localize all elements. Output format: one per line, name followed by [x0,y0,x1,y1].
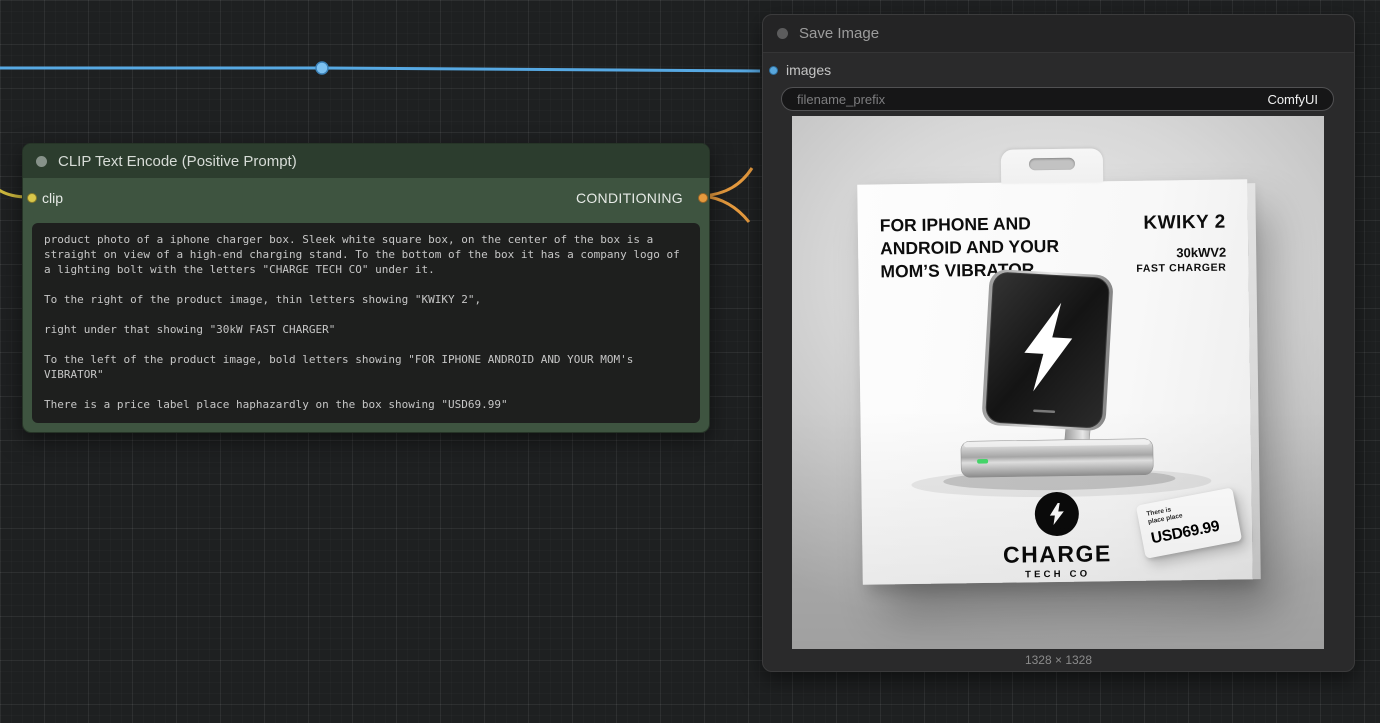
charging-pad [981,269,1114,432]
clip-node-title: CLIP Text Encode (Positive Prompt) [58,153,297,170]
filename-prefix-value: ComfyUI [1267,92,1318,107]
brand-logo-circle [1035,492,1080,537]
clip-input-dot[interactable] [27,193,37,203]
prompt-textarea[interactable]: product photo of a iphone charger box. S… [32,223,700,423]
brand-logo-block: CHARGE TECH CO [947,490,1168,581]
filename-prefix-label: filename_prefix [797,92,885,107]
images-input-dot[interactable] [769,66,778,75]
images-input-label: images [786,62,831,78]
collapse-dot-icon[interactable] [777,28,788,39]
image-dimensions-label: 1328 × 1328 [763,653,1354,667]
brand-name: CHARGE [947,539,1167,569]
led-indicator [977,459,988,464]
clip-node-titlebar[interactable]: CLIP Text Encode (Positive Prompt) [23,144,709,178]
conditioning-output-dot[interactable] [698,193,708,203]
images-input-slot[interactable]: images [769,61,831,79]
lightning-bolt-icon [1045,502,1069,526]
node-save-image[interactable]: Save Image images filename_prefix ComfyU… [762,14,1355,672]
collapse-dot-icon[interactable] [36,156,47,167]
node-clip-text-encode[interactable]: CLIP Text Encode (Positive Prompt) clip … [22,143,710,433]
hang-tab [1001,148,1103,183]
clip-input-label: clip [42,190,63,206]
conditioning-output-label: CONDITIONING [576,190,683,206]
image-preview: FOR IPHONE AND ANDROID AND YOUR MOM’S VI… [792,116,1324,649]
hang-hole [1029,158,1075,171]
save-node-title: Save Image [799,25,879,42]
product-photo: FOR IPHONE AND ANDROID AND YOUR MOM’S VI… [792,116,1324,649]
filename-prefix-widget[interactable]: filename_prefix ComfyUI [781,87,1334,111]
product-box: FOR IPHONE AND ANDROID AND YOUR MOM’S VI… [857,179,1253,584]
save-node-titlebar[interactable]: Save Image [763,15,1354,53]
